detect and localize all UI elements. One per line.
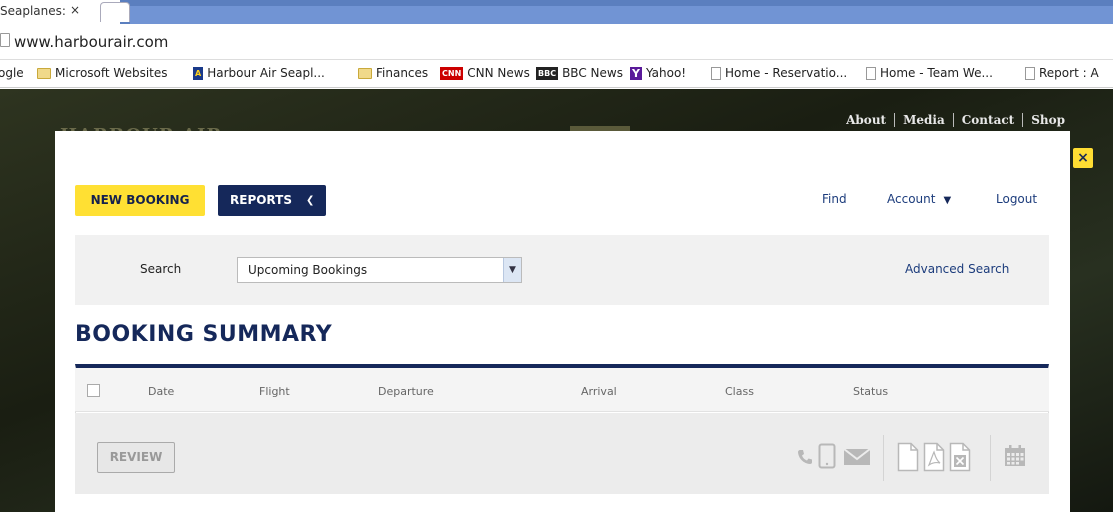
- nav-contact[interactable]: Contact: [952, 113, 1022, 127]
- select-all-checkbox[interactable]: [87, 384, 100, 397]
- tab-title: Seaplanes:: [0, 4, 66, 18]
- column-flight[interactable]: Flight: [259, 385, 290, 398]
- chevron-down-icon[interactable]: ▼: [503, 258, 521, 282]
- reports-label: REPORTS: [230, 193, 292, 207]
- bookmark-google[interactable]: ogle: [0, 66, 24, 80]
- calendar-icon[interactable]: [1004, 445, 1026, 467]
- nav-about[interactable]: About: [838, 113, 894, 127]
- column-departure[interactable]: Departure: [378, 385, 434, 398]
- tab-close-icon[interactable]: ×: [70, 3, 80, 17]
- yahoo-icon: Y: [630, 66, 642, 80]
- find-link[interactable]: Find: [822, 192, 847, 206]
- mobile-icon[interactable]: [818, 443, 836, 469]
- bookmark-bbc-news[interactable]: BBC BBC News: [536, 66, 623, 80]
- chevron-down-icon: ❮: [306, 195, 315, 206]
- table-header: [75, 368, 1049, 412]
- logout-link[interactable]: Logout: [996, 192, 1037, 206]
- icon-divider: [883, 435, 884, 481]
- page-icon: [711, 66, 721, 80]
- nav-media[interactable]: Media: [894, 113, 953, 127]
- url-text[interactable]: www.harbourair.com: [14, 33, 168, 51]
- folder-icon: [358, 67, 372, 79]
- account-menu[interactable]: Account ▼: [887, 192, 951, 206]
- page-title: BOOKING SUMMARY: [75, 322, 333, 347]
- bookmark-harbour-air[interactable]: A Harbour Air Seapl...: [193, 66, 325, 80]
- bookmark-home-team[interactable]: Home - Team We...: [866, 66, 993, 80]
- reports-button[interactable]: REPORTS ❮: [218, 185, 326, 216]
- new-booking-button[interactable]: NEW BOOKING: [75, 185, 205, 216]
- bookmark-microsoft-websites[interactable]: Microsoft Websites: [37, 66, 168, 80]
- column-arrival[interactable]: Arrival: [581, 385, 617, 398]
- search-select[interactable]: Upcoming Bookings ▼: [237, 257, 522, 283]
- page-icon: [866, 66, 876, 80]
- bookmark-yahoo[interactable]: Y Yahoo!: [630, 66, 686, 80]
- bookmarks-bar: ogle Microsoft Websites A Harbour Air Sea…: [0, 60, 1113, 88]
- cnn-icon: CNN: [440, 66, 464, 80]
- column-class[interactable]: Class: [725, 385, 754, 398]
- column-status[interactable]: Status: [853, 385, 888, 398]
- icon-divider: [990, 435, 991, 481]
- nav-shop[interactable]: Shop: [1022, 113, 1073, 127]
- advanced-search-link[interactable]: Advanced Search: [905, 262, 1009, 276]
- bookmark-cnn-news[interactable]: CNN CNN News: [440, 66, 530, 80]
- page-icon: [0, 33, 10, 47]
- column-date[interactable]: Date: [148, 385, 174, 398]
- review-button[interactable]: REVIEW: [97, 442, 175, 473]
- address-bar[interactable]: www.harbourair.com: [0, 24, 1113, 60]
- tab-strip-background: [130, 6, 1113, 24]
- close-icon[interactable]: ×: [1073, 148, 1093, 168]
- new-tab-button[interactable]: [100, 2, 130, 22]
- document-icon[interactable]: [897, 442, 919, 472]
- search-panel: [75, 235, 1049, 305]
- phone-icon[interactable]: [796, 448, 814, 466]
- site-top-nav: About Media Contact Shop: [838, 113, 1073, 127]
- excel-icon[interactable]: [949, 442, 971, 472]
- bbc-icon: BBC: [536, 66, 559, 80]
- harbour-air-icon: A: [193, 66, 204, 80]
- folder-icon: [37, 67, 51, 79]
- browser-tab-strip: Seaplanes: ×: [0, 0, 1113, 24]
- search-select-value: Upcoming Bookings: [248, 263, 368, 277]
- bookmark-finances[interactable]: Finances: [358, 66, 428, 80]
- chevron-down-icon: ▼: [943, 195, 952, 206]
- pdf-icon[interactable]: [923, 442, 945, 472]
- bookmark-home-reservations[interactable]: Home - Reservatio...: [711, 66, 847, 80]
- page-icon: [1025, 66, 1035, 80]
- bookmark-report[interactable]: Report : A: [1025, 66, 1099, 80]
- email-icon[interactable]: [843, 448, 871, 466]
- account-label: Account: [887, 192, 936, 206]
- search-label: Search: [140, 262, 182, 276]
